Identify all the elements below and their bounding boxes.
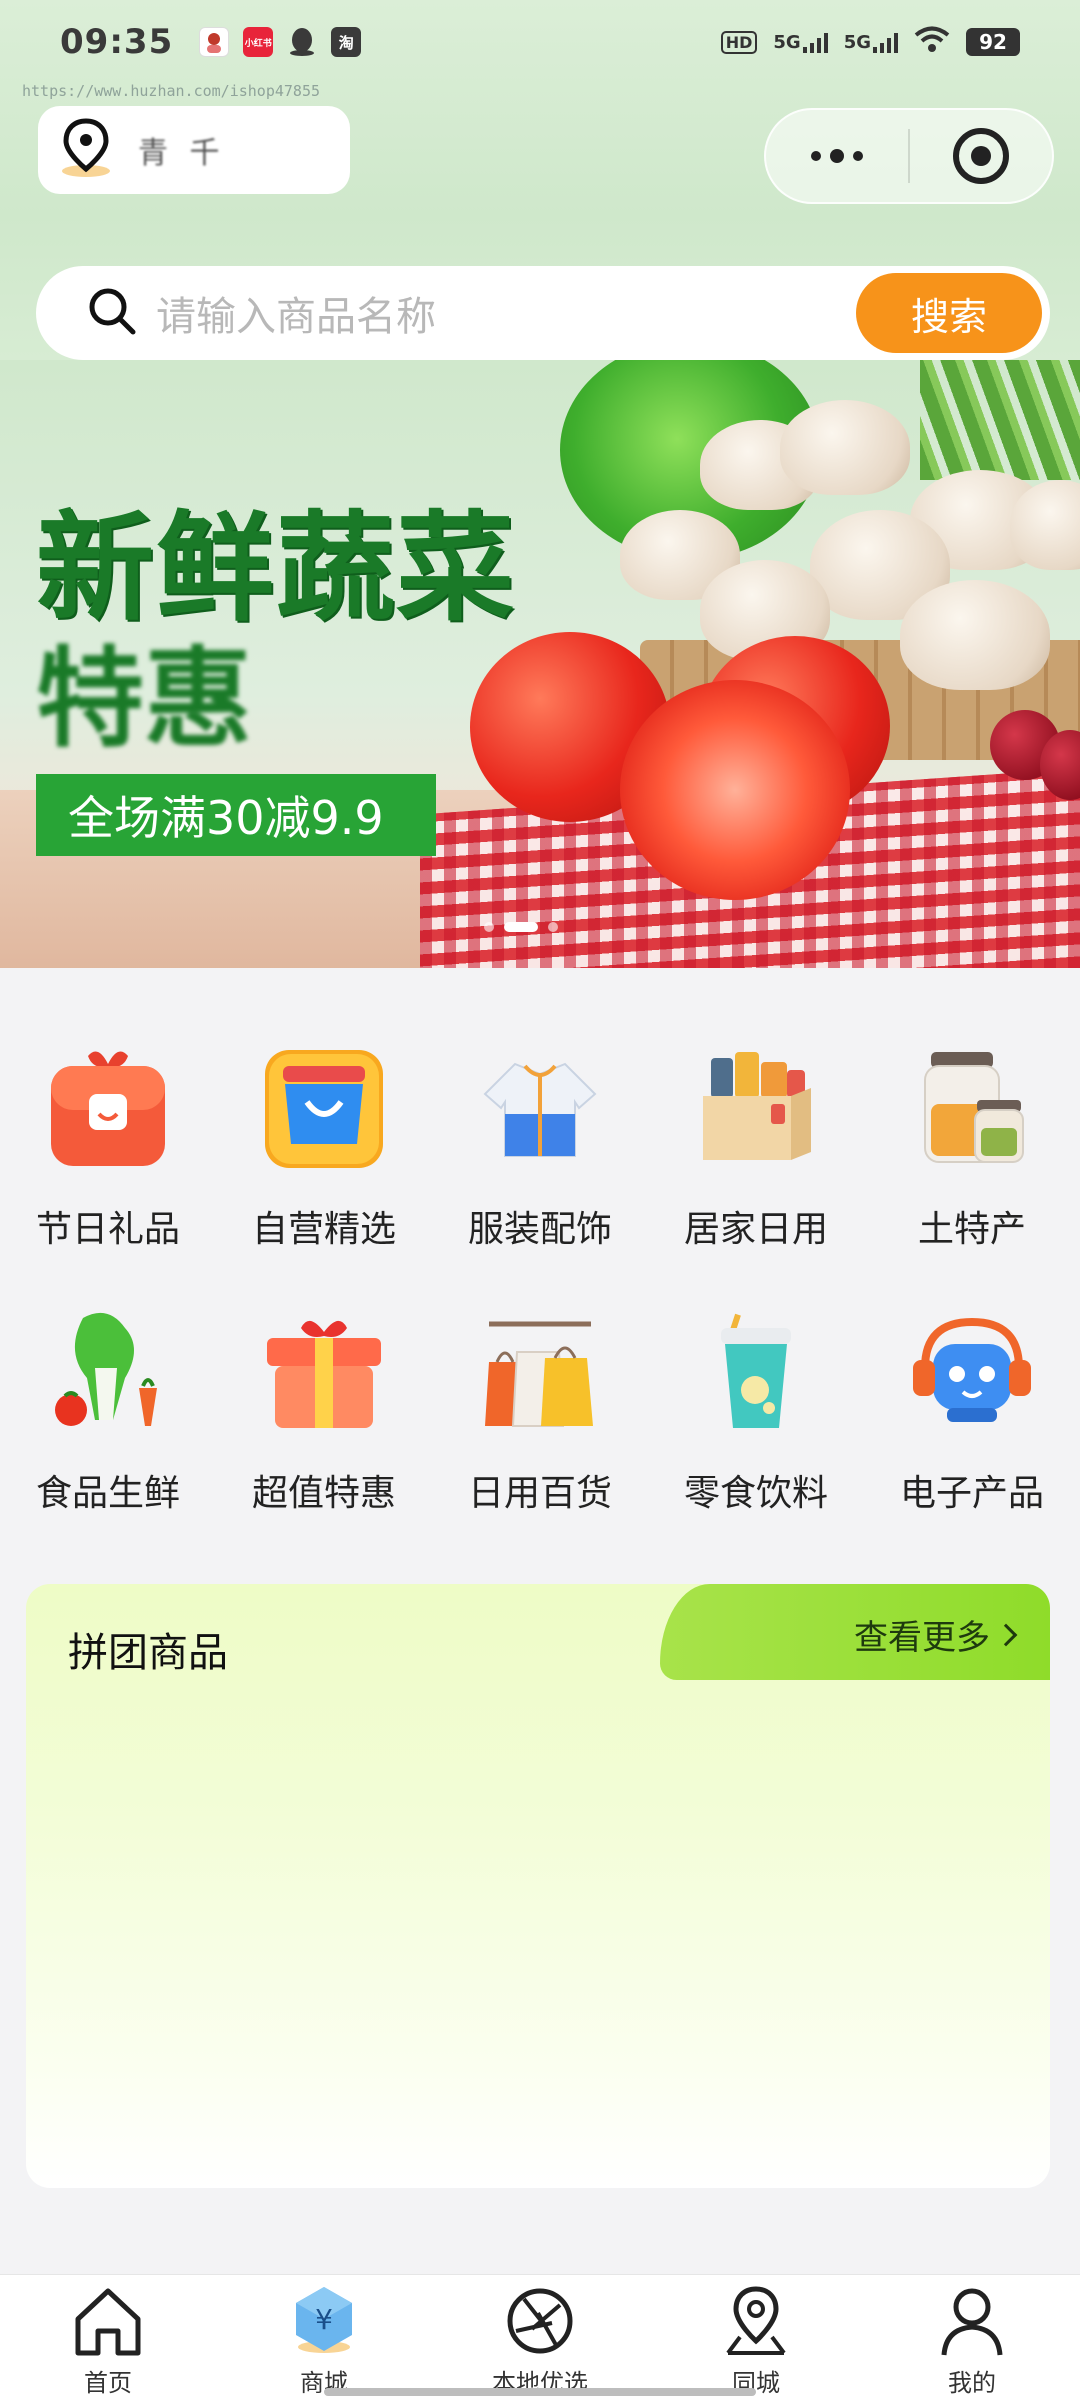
view-more-label: 查看更多 — [854, 1618, 990, 1658]
target-icon — [953, 128, 1009, 184]
vegetables-icon — [43, 1308, 173, 1438]
banner-carousel-indicator[interactable] — [484, 922, 558, 932]
signal-1-label: 5G — [773, 32, 801, 53]
category-label: 服装配饰 — [467, 1209, 612, 1250]
close-miniprogram-button[interactable] — [910, 110, 1052, 202]
signal-bars-icon — [802, 31, 828, 53]
tab-profile[interactable]: 我的 — [864, 2275, 1080, 2400]
category-label: 零食饮料 — [683, 1473, 828, 1514]
tab-home[interactable]: 首页 — [0, 2275, 216, 2400]
tab-label: 首页 — [84, 2369, 132, 2397]
status-indicators: HD 5G 5G 92 — [720, 26, 1020, 58]
category-apparel[interactable]: 服装配饰 — [432, 1030, 648, 1294]
home-icon — [70, 2283, 146, 2359]
taobao-app-label: 淘 — [338, 33, 354, 52]
status-app-icons: 小红书 淘 — [199, 27, 362, 57]
category-label: 自营精选 — [251, 1209, 396, 1250]
location-text: 青 千 — [138, 136, 226, 171]
search-icon — [86, 285, 138, 341]
taobao-app-icon: 淘 — [331, 27, 362, 57]
more-menu-button[interactable] — [766, 110, 908, 202]
household-box-icon — [691, 1044, 821, 1174]
category-label: 超值特惠 — [251, 1473, 396, 1514]
gift-icon — [259, 1308, 389, 1438]
signal-1: 5G — [773, 31, 828, 53]
profile-icon — [934, 2283, 1010, 2359]
group-buy-section: 拼团商品 查看更多 — [26, 1584, 1050, 2188]
category-label: 电子产品 — [899, 1473, 1044, 1514]
more-dots-icon — [811, 149, 863, 163]
category-self-operated[interactable]: 自营精选 — [216, 1030, 432, 1294]
avatar-app-icon — [199, 27, 230, 57]
jar-icon — [907, 1044, 1037, 1174]
drink-cup-icon — [691, 1308, 821, 1438]
search-bar[interactable]: 请输入商品名称 搜索 — [36, 266, 1050, 360]
category-row: 节日礼品 自营精选 服装配饰 居家日用 土特产 — [0, 1030, 1080, 1294]
status-bar: 09:35 小红书 淘 HD 5G 5G 92 — [0, 0, 1080, 84]
xiaohongshu-app-label: 小红书 — [244, 38, 272, 49]
signal-2: 5G — [844, 31, 898, 53]
category-label: 日用百货 — [467, 1473, 612, 1514]
category-fresh-food[interactable]: 食品生鲜 — [0, 1294, 216, 1558]
category-grid: 节日礼品 自营精选 服装配饰 居家日用 土特产 食品生鲜 超值特惠 日用百货 零… — [0, 1030, 1080, 1558]
search-button[interactable]: 搜索 — [856, 273, 1042, 353]
banner-green-beans — [920, 360, 1080, 480]
carousel-dot[interactable] — [548, 922, 558, 932]
banner-mushroom — [780, 400, 910, 495]
mall-icon: ¥ — [286, 2283, 362, 2359]
location-selector[interactable]: 青 千 — [38, 106, 350, 194]
battery-indicator: 92 — [966, 28, 1020, 56]
tab-same-city[interactable]: 同城 — [648, 2275, 864, 2400]
category-snacks-drinks[interactable]: 零食饮料 — [648, 1294, 864, 1558]
category-local-specialties[interactable]: 土特产 — [864, 1030, 1080, 1294]
robot-headphone-icon — [907, 1308, 1037, 1438]
wifi-icon — [914, 26, 950, 58]
category-festival-gifts[interactable]: 节日礼品 — [0, 1030, 216, 1294]
shopping-bags-icon — [475, 1308, 605, 1438]
banner-promo-tag: 全场满30减9.9 — [36, 774, 436, 856]
bottom-tab-bar: 首页 ¥ 商城 本地优选 同城 我的 — [0, 2274, 1080, 2400]
miniprogram-capsule — [764, 108, 1054, 204]
banner-tomato-half — [620, 680, 850, 900]
category-label: 食品生鲜 — [35, 1473, 180, 1514]
red-gift-box-icon — [43, 1044, 173, 1174]
tab-mall[interactable]: ¥ 商城 — [216, 2275, 432, 2400]
qq-app-icon — [287, 27, 317, 57]
signal-bars-icon — [873, 31, 898, 53]
hd-badge: HD — [720, 30, 758, 54]
group-buy-title: 拼团商品 — [68, 1630, 228, 1676]
watermark-text: https://www.huzhan.com/ishop47855 — [22, 82, 321, 100]
home-indicator[interactable] — [324, 2388, 756, 2396]
search-input[interactable]: 请输入商品名称 — [156, 284, 856, 342]
category-super-deals[interactable]: 超值特惠 — [216, 1294, 432, 1558]
category-electronics[interactable]: 电子产品 — [864, 1294, 1080, 1558]
carousel-dot[interactable] — [484, 922, 494, 932]
tab-label: 我的 — [948, 2369, 996, 2397]
banner-mushroom — [900, 580, 1050, 690]
svg-text:¥: ¥ — [315, 2303, 333, 2336]
promo-banner[interactable]: 新鲜蔬菜 特惠 全场满30减9.9 — [0, 360, 1080, 968]
carousel-dot-active[interactable] — [504, 922, 538, 932]
xiaohongshu-app-icon: 小红书 — [243, 27, 274, 57]
chevron-right-icon — [994, 1623, 1018, 1646]
banner-subtitle: 特惠 — [36, 636, 253, 762]
aperture-icon — [502, 2283, 578, 2359]
location-pin-icon — [60, 117, 116, 183]
status-time: 09:35 — [60, 22, 174, 62]
category-daily-goods[interactable]: 日用百货 — [432, 1294, 648, 1558]
location-pin-icon — [718, 2283, 794, 2359]
tab-local-picks[interactable]: 本地优选 — [432, 2275, 648, 2400]
shopping-bag-icon — [259, 1044, 389, 1174]
category-household[interactable]: 居家日用 — [648, 1030, 864, 1294]
jacket-icon — [475, 1044, 605, 1174]
signal-2-label: 5G — [843, 32, 871, 53]
category-label: 节日礼品 — [35, 1209, 180, 1250]
category-label: 土特产 — [917, 1209, 1026, 1250]
category-label: 居家日用 — [683, 1209, 828, 1250]
category-row: 食品生鲜 超值特惠 日用百货 零食饮料 电子产品 — [0, 1294, 1080, 1558]
view-more-link[interactable]: 查看更多 — [854, 1610, 1018, 1659]
